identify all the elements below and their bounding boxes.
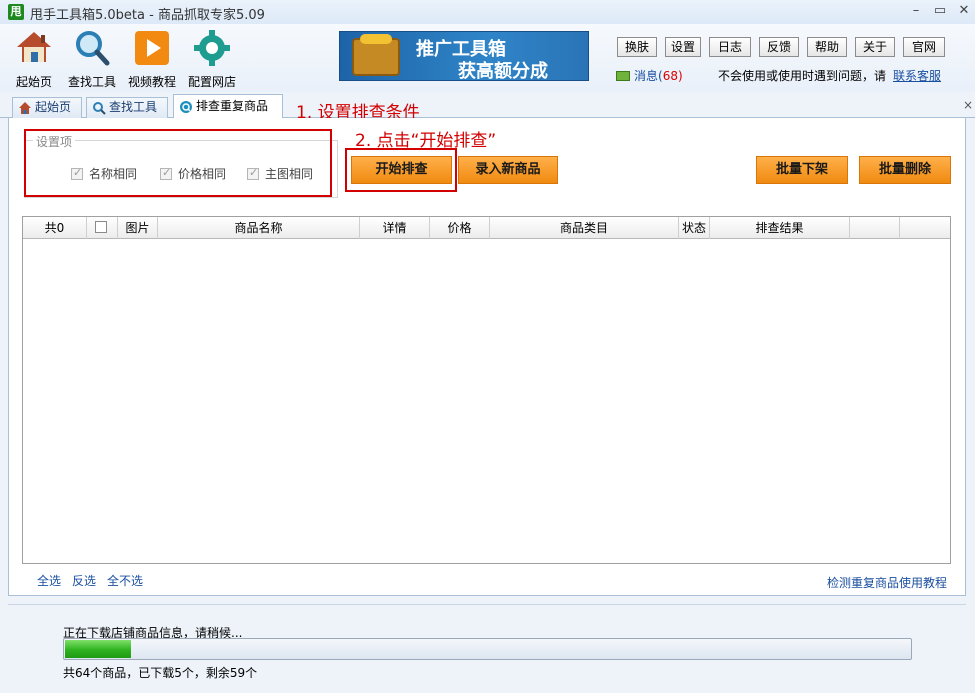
about-button[interactable]: 关于 <box>855 37 895 57</box>
main-toolbar: 起始页 查找工具 视频教程 配置网店 推广工具箱 获高额分成 换肤 设置 日志 … <box>0 24 975 92</box>
contact-support-link[interactable]: 联系客服 <box>893 67 941 84</box>
tab-duplicate-check[interactable]: 排查重复商品 <box>173 94 283 119</box>
column-header-blank-1 <box>850 217 900 239</box>
column-header-blank-2 <box>900 217 950 239</box>
column-header-count: 共0 <box>23 217 87 239</box>
tab-strip: 起始页 查找工具 排查重复商品 × <box>0 92 975 119</box>
banner-line2: 获高额分成 <box>458 61 548 81</box>
batch-unlist-button[interactable]: 批量下架 <box>756 156 848 184</box>
tab-duplicate-check-label: 排查重复商品 <box>196 99 269 113</box>
messages-close-paren: ) <box>677 69 683 83</box>
tab-home[interactable]: 起始页 <box>12 97 82 118</box>
magnifier-icon <box>76 31 110 66</box>
toolbar-home-button[interactable]: 起始页 <box>6 28 62 90</box>
promo-banner[interactable]: 推广工具箱 获高额分成 <box>339 31 589 81</box>
batch-delete-button[interactable]: 批量删除 <box>859 156 951 184</box>
close-tab-icon[interactable]: × <box>963 98 973 112</box>
close-window-button[interactable]: ✕ <box>954 2 974 20</box>
table-header: 共0 图片 商品名称 详情 价格 商品类目 状态 排查结果 <box>23 217 950 239</box>
toolbar-video-tutorial-label: 视频教程 <box>127 75 176 89</box>
skin-button[interactable]: 换肤 <box>617 37 657 57</box>
download-progress-bar <box>63 638 912 660</box>
messages-label: 消息( <box>634 69 663 83</box>
treasure-chest-icon <box>352 34 400 76</box>
help-button[interactable]: 帮助 <box>807 37 847 57</box>
feedback-button[interactable]: 反馈 <box>759 37 799 57</box>
maximize-button[interactable]: ▭ <box>930 2 950 20</box>
play-icon <box>135 31 169 65</box>
column-header-category: 商品类目 <box>490 217 679 239</box>
column-header-select <box>87 217 118 239</box>
column-header-price: 价格 <box>430 217 490 239</box>
invert-selection-link[interactable]: 反选 <box>72 572 96 589</box>
annotation-highlight-start <box>345 148 457 192</box>
toolbar-find-tools-label: 查找工具 <box>67 75 116 89</box>
column-header-product-name: 商品名称 <box>158 217 360 239</box>
mail-icon <box>616 71 630 81</box>
select-all-checkbox[interactable] <box>95 221 107 233</box>
tab-home-label: 起始页 <box>35 100 72 114</box>
toolbar-home-label: 起始页 <box>15 75 52 89</box>
minimize-button[interactable]: – <box>906 2 926 20</box>
annotation-highlight-settings <box>24 129 332 197</box>
log-button[interactable]: 日志 <box>709 37 751 57</box>
column-header-image: 图片 <box>118 217 158 239</box>
duplicate-check-tutorial-link[interactable]: 检测重复商品使用教程 <box>827 574 947 591</box>
import-new-products-button[interactable]: 录入新商品 <box>458 156 558 184</box>
title-bar: 甩 甩手工具箱5.0beta - 商品抓取专家5.09 – ▭ ✕ <box>0 0 975 24</box>
home-icon <box>17 32 51 62</box>
toolbar-config-store-label: 配置网店 <box>187 75 236 89</box>
window-title: 甩手工具箱5.0beta - 商品抓取专家5.09 <box>30 8 265 23</box>
messages-count: 68 <box>662 69 678 83</box>
toolbar-find-tools-button[interactable]: 查找工具 <box>64 28 120 90</box>
toolbar-video-tutorial-button[interactable]: 视频教程 <box>124 28 180 90</box>
gear-icon <box>194 30 230 66</box>
status-summary: 共64个商品，已下载5个，剩余59个 <box>63 666 258 680</box>
home-icon <box>19 102 31 114</box>
column-header-check-result: 排查结果 <box>710 217 850 239</box>
tab-find-tools-label: 查找工具 <box>109 100 158 114</box>
column-header-details: 详情 <box>360 217 430 239</box>
messages-link[interactable]: 消息(68) <box>616 67 683 84</box>
toolbar-config-store-button[interactable]: 配置网店 <box>184 28 240 90</box>
select-none-link[interactable]: 全不选 <box>107 572 143 589</box>
progress-fill <box>65 640 131 658</box>
duplicate-check-icon <box>180 101 192 113</box>
products-table: 共0 图片 商品名称 详情 价格 商品类目 状态 排查结果 <box>22 216 951 564</box>
tab-find-tools[interactable]: 查找工具 <box>86 97 168 118</box>
official-site-button[interactable]: 官网 <box>903 37 945 57</box>
column-header-status: 状态 <box>679 217 710 239</box>
help-text: 不会使用或使用时遇到问题，请 <box>718 69 887 83</box>
select-all-link[interactable]: 全选 <box>37 572 61 589</box>
magnifier-icon <box>93 102 106 115</box>
app-logo-icon: 甩 <box>8 4 24 20</box>
settings-button[interactable]: 设置 <box>665 37 701 57</box>
